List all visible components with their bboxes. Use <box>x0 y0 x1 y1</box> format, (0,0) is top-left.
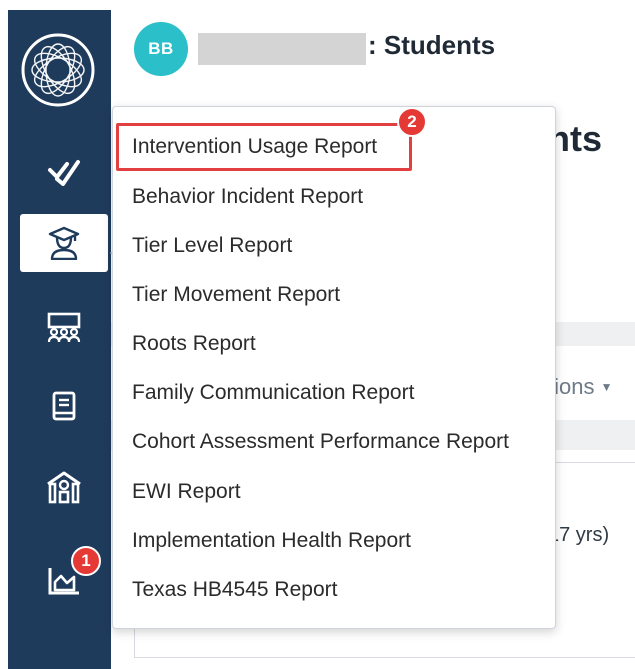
menu-item-tier-level-report[interactable]: Tier Level Report <box>132 234 292 258</box>
avatar[interactable]: BB <box>134 22 188 76</box>
school-icon <box>46 470 82 504</box>
menu-item-ewi-report[interactable]: EWI Report <box>132 480 241 504</box>
menu-item-cohort-assessment-performance-report[interactable]: Cohort Assessment Performance Report <box>132 430 509 454</box>
annotation-highlight-box <box>116 123 412 171</box>
sidebar-item-classes[interactable] <box>20 299 108 357</box>
sidebar-item-tasks[interactable] <box>20 142 108 200</box>
menu-item-family-communication-report[interactable]: Family Communication Report <box>132 381 414 405</box>
menu-step-badge: 2 <box>397 107 427 137</box>
student-age: 17 yrs) <box>548 524 610 546</box>
caret-down-icon: ▼ <box>600 380 613 394</box>
sidebar-item-school[interactable] <box>20 458 108 516</box>
app-logo-icon[interactable] <box>20 32 96 108</box>
reports-step-badge: 1 <box>71 546 101 576</box>
sidebar-item-students[interactable] <box>20 214 108 272</box>
menu-item-roots-report[interactable]: Roots Report <box>132 332 256 356</box>
menu-item-implementation-health-report[interactable]: Implementation Health Report <box>132 529 411 553</box>
page-heading: nts <box>548 118 602 159</box>
book-icon <box>51 391 77 423</box>
menu-item-tier-movement-report[interactable]: Tier Movement Report <box>132 283 340 307</box>
page-header-title: : Students <box>368 30 496 60</box>
classroom-icon <box>46 312 82 344</box>
student-icon <box>48 226 80 260</box>
redacted-name <box>198 33 366 65</box>
menu-item-behavior-incident-report[interactable]: Behavior Incident Report <box>132 185 363 209</box>
checklist-icon <box>47 156 81 186</box>
reports-dropdown-menu: Intervention Usage Report Behavior Incid… <box>112 106 556 629</box>
actions-dropdown[interactable]: tions ▼ <box>548 374 613 400</box>
sidebar-item-resources[interactable] <box>20 378 108 436</box>
menu-item-texas-hb4545-report[interactable]: Texas HB4545 Report <box>132 578 337 602</box>
